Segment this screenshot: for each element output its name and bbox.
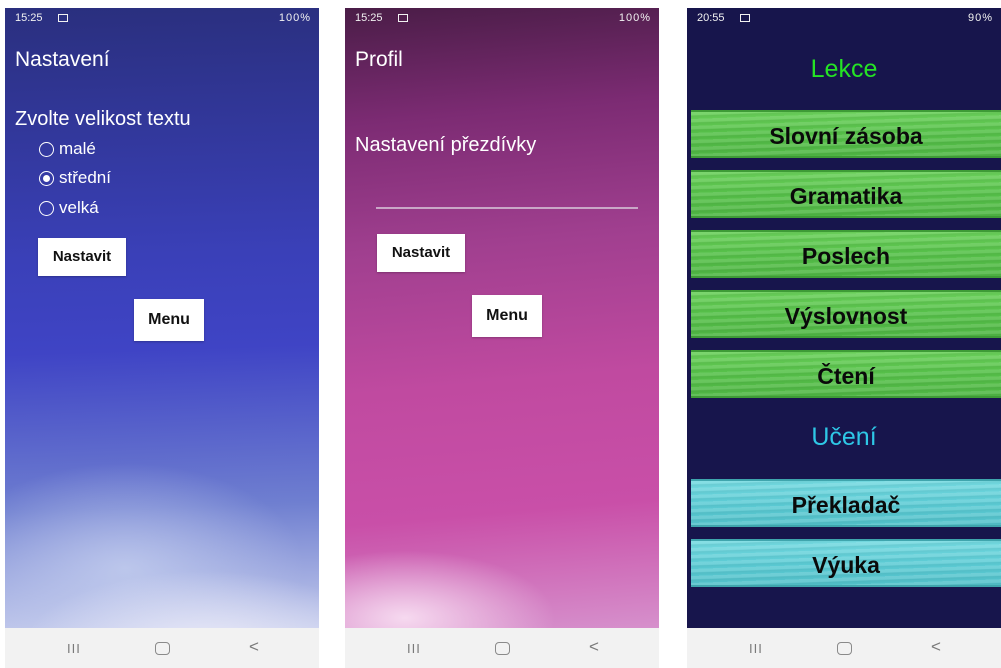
battery-level: 90% — [967, 12, 993, 24]
lessons-background: 20:55 90% Lekce Slovní zásoba Gramatika … — [687, 8, 1001, 628]
radio-option-label: velká — [59, 198, 99, 217]
lesson-button-grammar[interactable]: Gramatika — [691, 170, 1001, 218]
nickname-input[interactable] — [376, 207, 638, 209]
radio-circle-icon[interactable] — [39, 201, 54, 216]
profile-background: 15:25 100% Profil Nastavení přezdívky Na… — [345, 8, 659, 628]
lessons-screen: 20:55 90% Lekce Slovní zásoba Gramatika … — [687, 8, 1001, 668]
gallery-notification-icon — [398, 14, 408, 22]
lesson-button-listening[interactable]: Poslech — [691, 230, 1001, 278]
learning-button-teaching[interactable]: Výuka — [691, 539, 1001, 587]
status-time: 20:55 — [697, 12, 725, 24]
battery-level: 100% — [278, 12, 311, 24]
back-icon[interactable]: < — [249, 637, 259, 657]
gallery-notification-icon — [740, 14, 750, 22]
home-icon[interactable] — [155, 642, 170, 655]
recent-apps-icon[interactable]: III — [407, 639, 421, 659]
set-button[interactable]: Nastavit — [38, 238, 126, 276]
profile-screen: 15:25 100% Profil Nastavení přezdívky Na… — [345, 8, 659, 668]
radio-checked-icon[interactable] — [39, 171, 54, 186]
settings-screen: 15:25 100% Nastavení Zvolte velikost tex… — [5, 8, 319, 668]
menu-button[interactable]: Menu — [134, 299, 204, 341]
recent-apps-icon[interactable]: III — [749, 639, 763, 659]
home-icon[interactable] — [837, 642, 852, 655]
status-bar: 20:55 90% — [687, 8, 1001, 30]
back-icon[interactable]: < — [931, 637, 941, 657]
page-title: Nastavení — [15, 48, 110, 71]
status-time: 15:25 — [355, 12, 383, 24]
nickname-label: Nastavení přezdívky — [355, 134, 537, 156]
page-title: Profil — [355, 48, 403, 71]
section-title-lessons: Lekce — [810, 55, 878, 83]
navigation-bar: III < — [687, 628, 1001, 668]
back-icon[interactable]: < — [589, 637, 599, 657]
lesson-button-reading[interactable]: Čtení — [691, 350, 1001, 398]
recent-apps-icon[interactable]: III — [67, 639, 81, 659]
lesson-button-pronunciation[interactable]: Výslovnost — [691, 290, 1001, 338]
battery-level: 100% — [618, 12, 651, 24]
lesson-button-vocabulary[interactable]: Slovní zásoba — [691, 110, 1001, 158]
radio-option-label: malé — [59, 139, 96, 158]
learning-button-translator[interactable]: Překladač — [691, 479, 1001, 527]
status-bar: 15:25 100% — [5, 8, 319, 30]
set-button[interactable]: Nastavit — [377, 234, 465, 272]
radio-circle-icon[interactable] — [39, 142, 54, 157]
navigation-bar: III < — [5, 628, 319, 668]
gallery-notification-icon — [58, 14, 68, 22]
radio-option-label: střední — [59, 168, 111, 187]
text-size-prompt: Zvolte velikost textu — [15, 108, 191, 130]
settings-background: 15:25 100% Nastavení Zvolte velikost tex… — [5, 8, 319, 628]
home-icon[interactable] — [495, 642, 510, 655]
menu-button[interactable]: Menu — [472, 295, 542, 337]
navigation-bar: III < — [345, 628, 659, 668]
status-time: 15:25 — [15, 12, 43, 24]
section-title-learning: Učení — [811, 423, 877, 451]
status-bar: 15:25 100% — [345, 8, 659, 30]
